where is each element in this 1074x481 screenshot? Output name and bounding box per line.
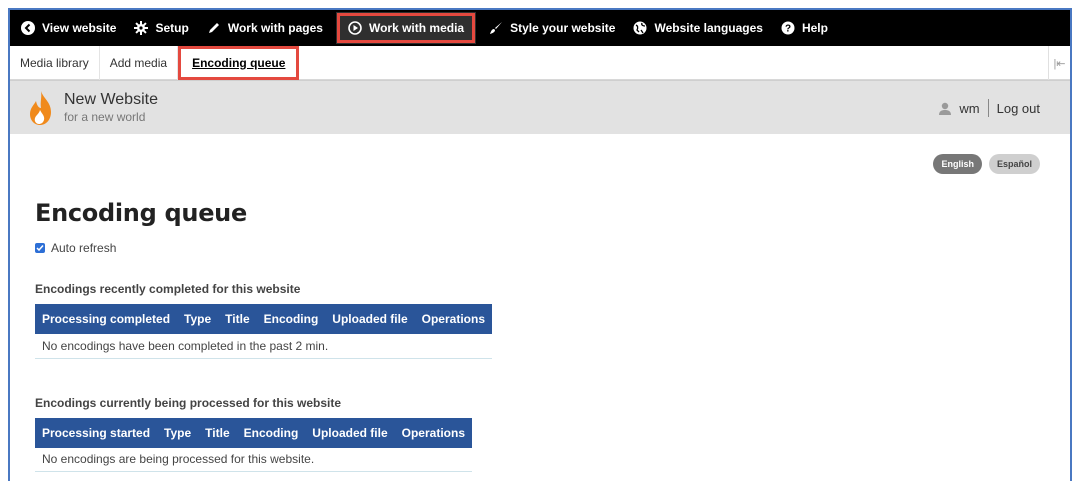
browser-frame: View website Setup Work with pages Work … <box>8 8 1072 481</box>
flame-logo-icon[interactable] <box>28 90 54 126</box>
column-header: Title <box>218 304 257 334</box>
gear-icon <box>134 21 149 35</box>
toolbar-label: Help <box>801 21 828 35</box>
column-header: Processing completed <box>35 304 178 334</box>
main-content: English Español Encoding queue Auto refr… <box>10 134 1070 472</box>
column-header: Processing started <box>35 417 158 448</box>
toolbar-label: View website <box>42 21 117 35</box>
divider <box>987 99 989 117</box>
toolbar-work-with-media[interactable]: Work with media <box>335 12 477 44</box>
site-name[interactable]: New Website <box>64 90 158 109</box>
user-icon <box>939 102 952 115</box>
media-subtabs: Media library Add media Encoding queue |… <box>10 45 1070 80</box>
svg-text:?: ? <box>785 24 791 35</box>
question-circle-icon: ? <box>781 21 795 35</box>
logout-link[interactable]: Log out <box>997 101 1040 116</box>
toolbar-work-with-pages[interactable]: Work with pages <box>198 10 332 46</box>
empty-message: No encodings have been completed in the … <box>35 334 492 359</box>
empty-message: No encodings are being processed for thi… <box>35 447 472 472</box>
user-menu: wm Log out <box>939 99 1040 117</box>
toolbar-setup[interactable]: Setup <box>125 10 197 46</box>
column-header: Operations <box>414 304 492 334</box>
language-switcher: English Español <box>926 154 1040 174</box>
tab-encoding-queue[interactable]: Encoding queue <box>178 45 300 80</box>
column-header: Uploaded file <box>325 304 415 334</box>
username-link[interactable]: wm <box>959 101 979 116</box>
admin-toolbar: View website Setup Work with pages Work … <box>10 10 1070 46</box>
column-header: Type <box>157 417 199 448</box>
table-header-row: Processing completed Type Title Encoding… <box>35 304 492 334</box>
site-branding: New Website for a new world <box>64 90 158 125</box>
language-english[interactable]: English <box>933 154 982 174</box>
column-header: Encoding <box>236 417 306 448</box>
processing-section-heading: Encodings currently being processed for … <box>35 395 342 410</box>
completed-section-heading: Encodings recently completed for this we… <box>35 282 301 296</box>
toolbar-label: Style your website <box>510 21 616 35</box>
checkmark-icon <box>36 245 44 252</box>
collapse-sidebar-icon[interactable]: |⇤ <box>1048 46 1070 80</box>
toolbar-help[interactable]: ? Help <box>772 10 837 46</box>
toolbar-label: Setup <box>155 21 189 35</box>
site-slogan: for a new world <box>64 110 146 124</box>
completed-encodings-table: Processing completed Type Title Encoding… <box>35 304 492 359</box>
column-header: Encoding <box>256 304 326 334</box>
toolbar-website-languages[interactable]: Website languages <box>624 10 771 46</box>
toolbar-style-your-website[interactable]: Style your website <box>480 10 624 46</box>
table-row: No encodings are being processed for thi… <box>35 447 472 472</box>
site-header: New Website for a new world wm Log out <box>10 80 1070 134</box>
brush-icon <box>489 21 503 35</box>
auto-refresh-checkbox[interactable] <box>35 243 45 253</box>
auto-refresh-label[interactable]: Auto refresh <box>51 241 116 255</box>
pencil-icon <box>207 21 221 35</box>
column-header: Operations <box>394 417 472 448</box>
page-title: Encoding queue <box>35 199 247 227</box>
globe-icon <box>633 21 647 35</box>
tab-media-library[interactable]: Media library <box>10 45 100 80</box>
auto-refresh-control: Auto refresh <box>35 241 1070 255</box>
table-row: No encodings have been completed in the … <box>35 334 492 359</box>
table-header-row: Processing started Type Title Encoding U… <box>35 417 472 448</box>
play-circle-icon <box>348 21 362 35</box>
column-header: Title <box>198 417 237 448</box>
column-header: Type <box>177 304 219 334</box>
toolbar-label: Work with pages <box>227 21 323 35</box>
toolbar-label: Website languages <box>654 21 763 35</box>
arrow-left-circle-icon <box>21 21 35 35</box>
tab-add-media[interactable]: Add media <box>100 45 179 80</box>
toolbar-label: Work with media <box>368 21 465 35</box>
toolbar-view-website[interactable]: View website <box>12 10 125 46</box>
processing-encodings-table: Processing started Type Title Encoding U… <box>35 417 472 472</box>
column-header: Uploaded file <box>305 417 395 448</box>
language-espanol[interactable]: Español <box>988 154 1040 174</box>
